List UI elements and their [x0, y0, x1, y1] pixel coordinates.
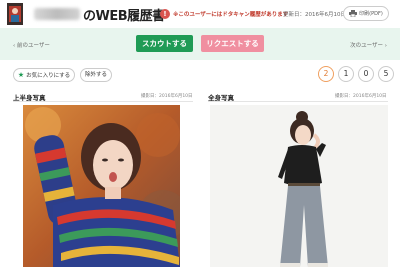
- next-user-label: 次のユーザー: [350, 43, 384, 49]
- print-pdf-button[interactable]: 印刷(PDF): [343, 6, 389, 21]
- star-icon: ★: [17, 70, 25, 79]
- section-divider: [13, 101, 193, 102]
- print-label: 印刷(PDF): [359, 11, 383, 17]
- printer-icon: [349, 10, 358, 17]
- scout-button[interactable]: スカウトする: [136, 35, 193, 52]
- next-user-link[interactable]: 次のユーザー ›: [350, 41, 387, 49]
- prev-user-link[interactable]: ‹ 前のユーザー: [13, 41, 50, 49]
- full-body-date: 撮影日：2016年6月10日: [335, 94, 387, 99]
- updated-date: 更新日：2016年6月10日: [283, 12, 346, 18]
- favorite-button[interactable]: ★ お気に入りにする: [13, 68, 75, 82]
- upper-body-date: 撮影日：2016年6月10日: [141, 94, 193, 99]
- page-title: のWEB履歴書: [83, 9, 165, 24]
- exclude-button[interactable]: 除外する: [80, 68, 112, 82]
- header: のWEB履歴書 ! ※このユーザーにはドタキャン履歴があります 更新日：2016…: [0, 0, 400, 28]
- upper-body-photo: [23, 105, 180, 267]
- count-digit: 0: [358, 66, 374, 82]
- prev-user-label: 前のユーザー: [16, 43, 50, 49]
- count-digit: 1: [338, 66, 354, 82]
- action-band: ‹ 前のユーザー スカウトする リクエストする 次のユーザー ›: [0, 28, 400, 60]
- user-name-blurred: [34, 8, 80, 20]
- profile-thumbnail: [7, 3, 23, 25]
- count-circles: 2 1 0 5: [318, 66, 398, 82]
- request-button[interactable]: リクエストする: [201, 35, 264, 52]
- count-digit: 5: [378, 66, 394, 82]
- warning-icon: !: [160, 9, 170, 19]
- favorite-label: お気に入りにする: [26, 73, 71, 79]
- full-body-photo: [210, 105, 388, 267]
- count-digit: 2: [318, 66, 334, 82]
- warning-text: ※このユーザーにはドタキャン履歴があります: [173, 12, 289, 18]
- section-divider: [208, 101, 388, 102]
- cancel-history-warning: ! ※このユーザーにはドタキャン履歴があります: [160, 9, 288, 19]
